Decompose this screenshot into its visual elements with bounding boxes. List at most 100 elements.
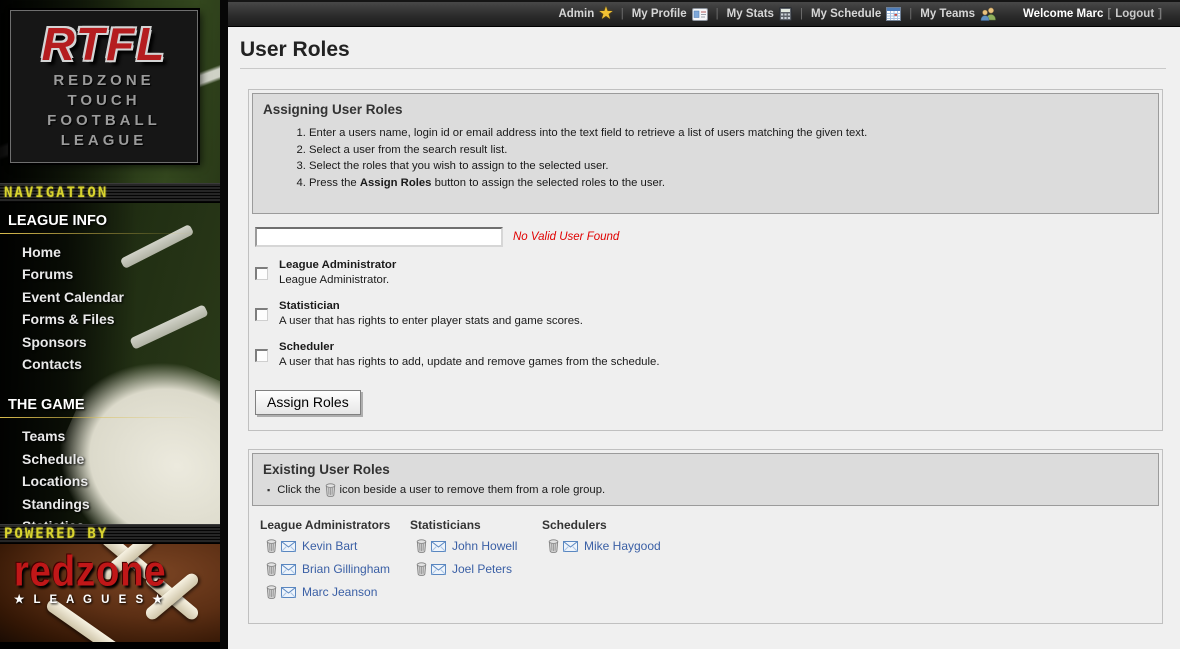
existing-heading: Existing User Roles xyxy=(263,462,1148,477)
bin-icon[interactable] xyxy=(266,562,277,576)
welcome-user-label: Welcome Marc xyxy=(1023,8,1103,20)
calendar-icon xyxy=(886,7,901,21)
instruction-steps: Enter a users name, login id or email ad… xyxy=(263,125,1148,191)
instruction-step: Enter a users name, login id or email ad… xyxy=(309,125,1148,142)
step-bold: Assign Roles xyxy=(360,177,432,189)
step-text: Select the roles that you wish to assign… xyxy=(309,160,609,172)
page-content: User Roles Assigning User Roles Enter a … xyxy=(228,38,1180,649)
sidebar-item-schedule[interactable]: Schedule xyxy=(0,448,220,470)
email-icon[interactable] xyxy=(431,541,446,552)
user-row: Kevin Bart xyxy=(266,539,410,553)
bullet-marker: ▪ xyxy=(267,485,270,495)
navigation-marquee: NAVIGATION xyxy=(0,183,220,203)
user-search-input[interactable] xyxy=(255,227,503,247)
bin-icon[interactable] xyxy=(548,539,559,553)
email-icon[interactable] xyxy=(563,541,578,552)
user-link[interactable]: John Howell xyxy=(452,539,517,553)
my-profile-label: My Profile xyxy=(632,8,687,20)
email-icon[interactable] xyxy=(431,564,446,575)
role-description: A user that has rights to enter player s… xyxy=(279,315,583,327)
powered-by-marquee: POWERED BY xyxy=(0,524,220,544)
sidebar-item-locations[interactable]: Locations xyxy=(0,470,220,492)
nav-section-league-info: LEAGUE INFO xyxy=(0,213,220,229)
redzone-leagues-logo: redzone ★ L E A G U E S ★ xyxy=(14,552,167,606)
page-title: User Roles xyxy=(240,38,1166,62)
rtfl-logo: RTFL REDZONE TOUCH FOOTBALL LEAGUE xyxy=(10,10,198,163)
user-row: Marc Jeanson xyxy=(266,585,410,599)
role-option-league-administrator: League Administrator League Administrato… xyxy=(255,258,1159,288)
logo-word: LEAGUE xyxy=(11,131,197,151)
sidebar-item-event-calendar[interactable]: Event Calendar xyxy=(0,286,220,308)
sidebar-item-forms-files[interactable]: Forms & Files xyxy=(0,308,220,330)
group-statisticians: Statisticians John Howell Joel Peters xyxy=(410,518,542,608)
note-text: Click the xyxy=(277,484,320,496)
step-text: Select a user from the search result lis… xyxy=(309,144,507,156)
user-link[interactable]: Marc Jeanson xyxy=(302,585,377,599)
menu-separator: | xyxy=(909,8,912,20)
role-description: League Administrator. xyxy=(279,274,389,286)
sidebar-item-standings[interactable]: Standings xyxy=(0,493,220,515)
role-text: League Administrator League Administrato… xyxy=(279,258,396,288)
assign-roles-button[interactable]: Assign Roles xyxy=(255,390,361,415)
bin-icon[interactable] xyxy=(266,539,277,553)
topbar-item-my-teams[interactable]: My Teams xyxy=(920,7,997,21)
logo-word: FOOTBALL xyxy=(11,111,197,131)
sidebar-item-forums[interactable]: Forums xyxy=(0,263,220,285)
logout-bracket: ] xyxy=(1158,8,1162,20)
email-icon[interactable] xyxy=(281,587,296,598)
topbar-item-my-schedule[interactable]: My Schedule xyxy=(811,7,901,21)
calculator-icon xyxy=(779,7,792,21)
logout-link[interactable]: Logout xyxy=(1115,8,1154,20)
menu-separator: | xyxy=(716,8,719,20)
role-groups: League Administrators Kevin Bart Brian G… xyxy=(252,506,1159,620)
statistician-checkbox[interactable] xyxy=(255,308,268,321)
user-link[interactable]: Brian Gillingham xyxy=(302,562,390,576)
role-name: Scheduler xyxy=(279,341,334,353)
existing-roles-panel: Existing User Roles ▪ Click the icon bes… xyxy=(248,449,1163,624)
scheduler-checkbox[interactable] xyxy=(255,349,268,362)
user-link[interactable]: Mike Haygood xyxy=(584,539,661,553)
email-icon[interactable] xyxy=(281,541,296,552)
user-search-row: No Valid User Found xyxy=(255,227,1159,247)
group-title: Schedulers xyxy=(542,518,1159,532)
topbar-item-admin[interactable]: Admin ★ xyxy=(558,8,612,20)
step-text: Enter a users name, login id or email ad… xyxy=(309,127,867,139)
role-option-statistician: Statistician A user that has rights to e… xyxy=(255,299,1159,329)
league-administrator-checkbox[interactable] xyxy=(255,267,268,280)
step-text: Press the xyxy=(309,177,360,189)
remove-instruction: ▪ Click the icon beside a user to remove… xyxy=(263,483,1148,497)
bin-icon[interactable] xyxy=(266,585,277,599)
role-name: Statistician xyxy=(279,300,340,312)
instruction-step: Select the roles that you wish to assign… xyxy=(309,158,1148,175)
user-row: Mike Haygood xyxy=(548,539,1159,553)
menu-separator: | xyxy=(800,8,803,20)
instruction-step: Press the Assign Roles button to assign … xyxy=(309,175,1148,192)
sidebar-item-home[interactable]: Home xyxy=(0,241,220,263)
logout-bracket: [ xyxy=(1107,8,1111,20)
sidebar-item-teams[interactable]: Teams xyxy=(0,425,220,447)
top-menu-bar: Admin ★ | My Profile | My Stats | My Sch… xyxy=(228,0,1180,27)
sidebar-item-sponsors[interactable]: Sponsors xyxy=(0,331,220,353)
bin-icon[interactable] xyxy=(416,562,427,576)
my-stats-label: My Stats xyxy=(727,8,774,20)
sidebar: RTFL REDZONE TOUCH FOOTBALL LEAGUE NAVIG… xyxy=(0,0,220,649)
sidebar-gutter xyxy=(220,0,228,649)
topbar-item-my-stats[interactable]: My Stats xyxy=(727,7,792,21)
email-icon[interactable] xyxy=(281,564,296,575)
logo-word: TOUCH xyxy=(11,91,197,111)
user-link[interactable]: Joel Peters xyxy=(452,562,512,576)
role-text: Scheduler A user that has rights to add,… xyxy=(279,340,660,370)
step-text: button to assign the selected roles to t… xyxy=(431,177,665,189)
group-title: Statisticians xyxy=(410,518,542,532)
role-description: A user that has rights to add, update an… xyxy=(279,356,660,368)
bin-icon[interactable] xyxy=(416,539,427,553)
rtfl-logo-words: REDZONE TOUCH FOOTBALL LEAGUE xyxy=(11,71,197,151)
note-text: icon beside a user to remove them from a… xyxy=(340,484,606,496)
title-divider xyxy=(240,68,1166,69)
user-link[interactable]: Kevin Bart xyxy=(302,539,357,553)
group-schedulers: Schedulers Mike Haygood xyxy=(542,518,1159,608)
topbar-item-my-profile[interactable]: My Profile xyxy=(632,8,708,21)
section-underline xyxy=(0,417,220,418)
section-underline xyxy=(0,233,220,234)
sidebar-item-contacts[interactable]: Contacts xyxy=(0,353,220,375)
